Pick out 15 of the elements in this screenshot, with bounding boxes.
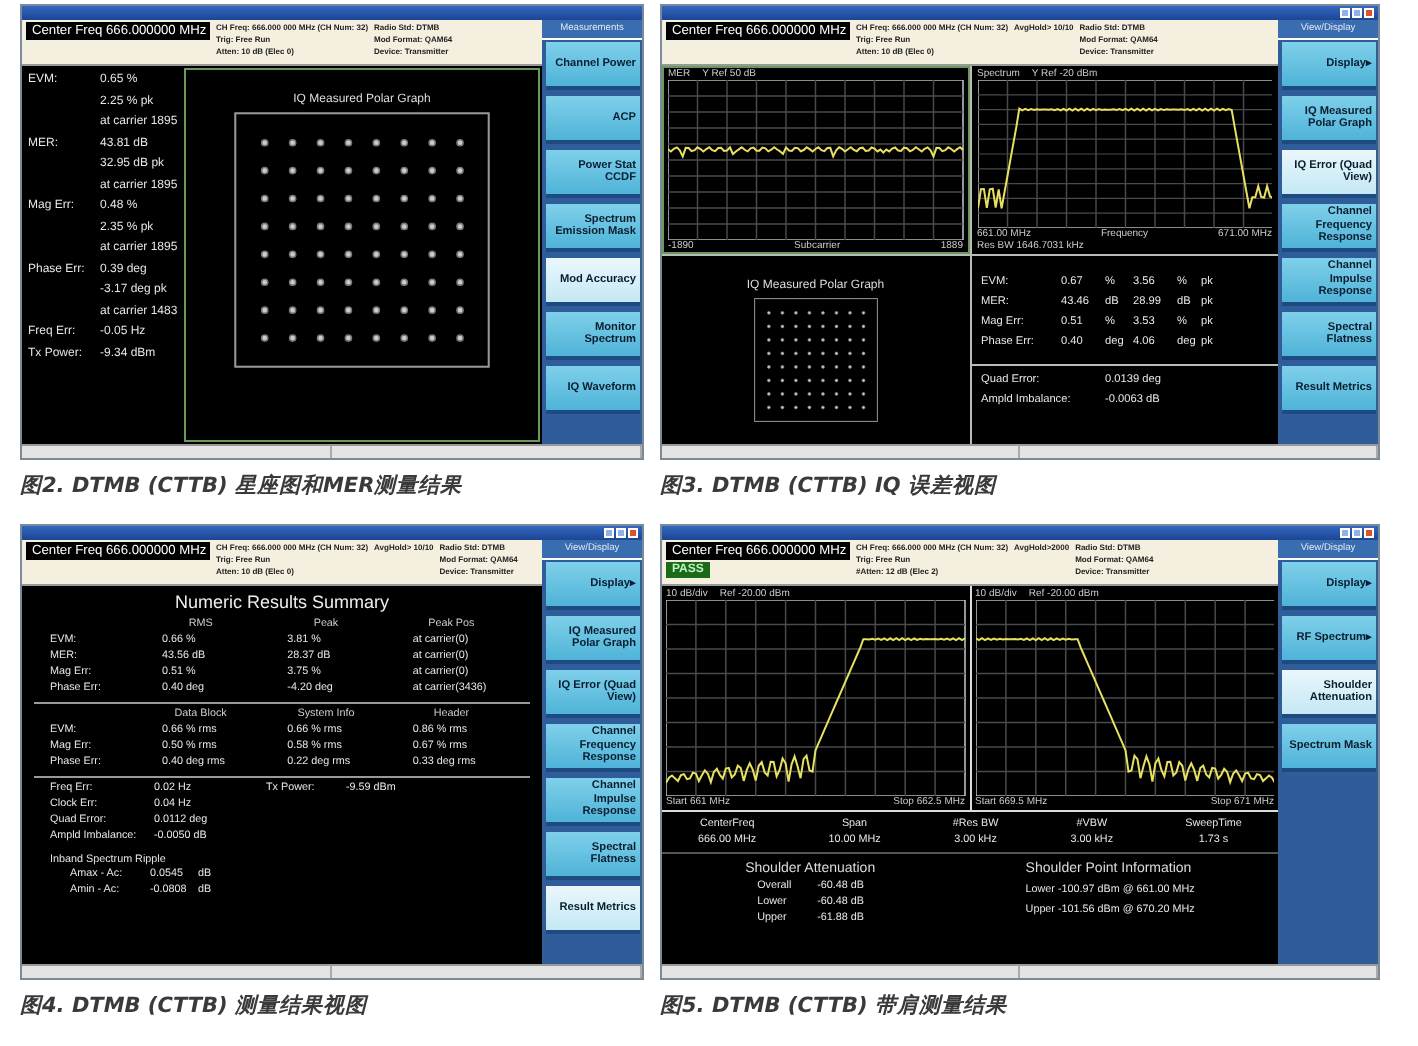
maximize-button[interactable] bbox=[1352, 8, 1362, 18]
maximize-button[interactable] bbox=[1352, 528, 1362, 538]
minimize-button[interactable] bbox=[1340, 8, 1350, 18]
constellation-drawing bbox=[753, 297, 878, 421]
close-button[interactable] bbox=[1364, 528, 1374, 538]
figure-caption: 图3. DTMB (CTTB) IQ 误差视图 bbox=[660, 474, 996, 498]
figure-caption: 图2. DTMB (CTTB) 星座图和MER测量结果 bbox=[20, 474, 463, 498]
close-button[interactable] bbox=[1364, 8, 1374, 18]
summary-title: Numeric Results Summary bbox=[172, 592, 392, 612]
minimize-button[interactable] bbox=[1340, 528, 1350, 538]
figure-caption: 图5. DTMB (CTTB) 带肩测量结果 bbox=[660, 994, 1007, 1018]
minimize-button[interactable] bbox=[604, 528, 614, 538]
maximize-button[interactable] bbox=[616, 528, 626, 538]
close-button[interactable] bbox=[628, 528, 638, 538]
figure-caption: 图4. DTMB (CTTB) 测量结果视图 bbox=[20, 994, 367, 1018]
